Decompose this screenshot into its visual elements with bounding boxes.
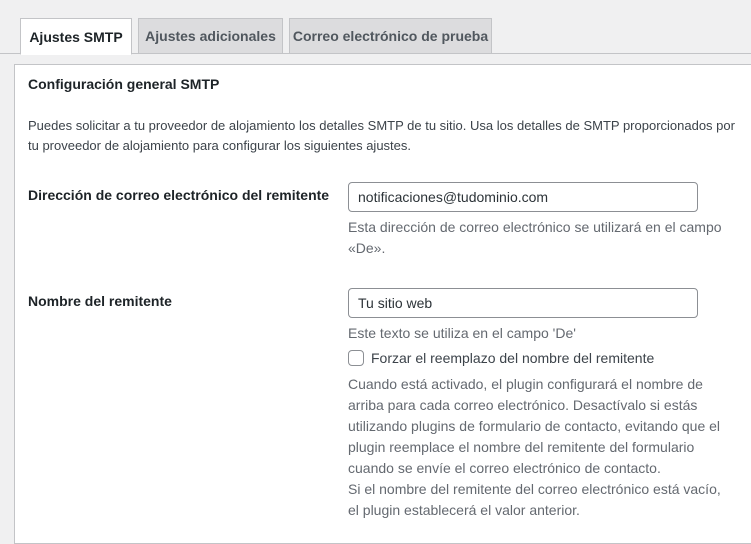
force-from-name-help: Cuando está activado, el plugin configur… — [348, 374, 723, 521]
from-email-input[interactable] — [348, 182, 698, 212]
tab-correo-prueba[interactable]: Correo electrónico de prueba — [289, 18, 492, 54]
section-description: Puedes solicitar a tu proveedor de aloja… — [28, 118, 735, 153]
force-help-text-1: Cuando está activado, el plugin configur… — [348, 376, 721, 476]
force-help-text-2: Si el nombre del remitente del correo el… — [348, 481, 721, 518]
settings-tabs: Ajustes SMTP Ajustes adicionales Correo … — [0, 0, 751, 55]
force-from-name-checkbox[interactable] — [348, 350, 364, 366]
tab-ajustes-smtp[interactable]: Ajustes SMTP — [20, 18, 132, 55]
from-name-help: Este texto se utiliza en el campo 'De' — [348, 325, 576, 341]
force-from-name-label: Forzar el reemplazo del nombre del remit… — [371, 350, 655, 366]
from-email-label: Dirección de correo electrónico del remi… — [28, 187, 330, 203]
force-from-name-option[interactable]: Forzar el reemplazo del nombre del remit… — [348, 350, 654, 366]
settings-panel: Configuración general SMTP Puedes solici… — [14, 64, 751, 544]
from-name-label: Nombre del remitente — [28, 293, 172, 309]
section-title: Configuración general SMTP — [28, 76, 220, 92]
from-name-input[interactable] — [348, 288, 698, 318]
from-email-help: Esta dirección de correo electrónico se … — [348, 219, 722, 256]
tab-ajustes-adicionales[interactable]: Ajustes adicionales — [138, 18, 283, 54]
